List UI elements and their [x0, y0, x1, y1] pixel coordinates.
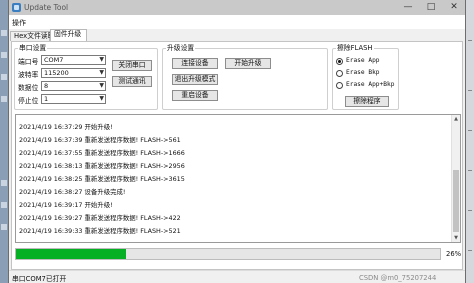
background-window-edge-right — [466, 0, 474, 283]
menu-bar: 操作 — [9, 15, 465, 29]
upgrade-settings-group: 升级设置 连接设备 开始升级 退出升级模式 重启设备 — [162, 44, 328, 110]
status-text: 串口COM7已打开 — [12, 275, 67, 283]
chevron-down-icon: ▼ — [99, 56, 104, 63]
erase-flash-title: 擦除FLASH — [336, 44, 374, 53]
chevron-down-icon: ▼ — [99, 82, 104, 89]
port-value: COM7 — [44, 56, 64, 64]
app-icon — [12, 3, 21, 12]
erase-program-button[interactable]: 擦除程序 — [345, 96, 389, 107]
log-line: 2021/4/19 16:37:39 重新发送程序数据! FLASH->561 — [19, 136, 181, 144]
firmware-upgrade-panel: 串口设置 端口号 COM7 ▼ 波特率 115200 ▼ 数据位 8 ▼ 停止位… — [11, 41, 463, 270]
scrollbar-thumb[interactable] — [453, 170, 459, 232]
serial-settings-group: 串口设置 端口号 COM7 ▼ 波特率 115200 ▼ 数据位 8 ▼ 停止位… — [14, 44, 158, 110]
progress-fill — [16, 249, 127, 259]
background-window-edge-left — [0, 0, 8, 283]
erase-app-bkp-label: Erase App+Bkp — [346, 81, 395, 88]
log-scrollbar[interactable]: ▲ ▼ — [451, 115, 460, 242]
serial-settings-title: 串口设置 — [18, 44, 48, 53]
port-select[interactable]: COM7 ▼ — [41, 55, 106, 65]
tab-strip: Hex文件读取 固件升级 — [9, 29, 465, 41]
progress-percent: 26% — [446, 250, 462, 258]
log-output[interactable]: 2021/4/19 16:37:29 开始升级! 2021/4/19 16:37… — [15, 114, 461, 243]
title-bar: Update Tool — □ ✕ — [9, 0, 465, 15]
erase-bkp-radio[interactable] — [336, 70, 343, 77]
menu-item-operate[interactable]: 操作 — [12, 18, 26, 28]
log-line: 2021/4/19 16:38:13 重新发送程序数据! FLASH->2956 — [19, 162, 185, 170]
log-line: 2021/4/19 16:37:55 重新发送程序数据! FLASH->1666 — [19, 149, 185, 157]
window-title: Update Tool — [24, 3, 69, 12]
databits-select[interactable]: 8 ▼ — [41, 81, 106, 91]
start-upgrade-button[interactable]: 开始升级 — [225, 58, 271, 69]
watermark-text: CSDN @m0_75207244 — [359, 274, 437, 282]
log-line: 2021/4/19 16:38:27 设备升级完成! — [19, 188, 126, 196]
port-label: 端口号 — [18, 58, 39, 66]
test-comm-button[interactable]: 测试通讯 — [112, 76, 152, 87]
scroll-up-icon[interactable]: ▲ — [452, 115, 460, 123]
stopbits-value: 1 — [44, 95, 49, 103]
reset-device-button[interactable]: 重启设备 — [172, 90, 218, 101]
tab-firmware-upgrade[interactable]: 固件升级 — [50, 29, 87, 41]
chevron-down-icon: ▼ — [99, 69, 104, 76]
stopbits-label: 停止位 — [18, 97, 39, 105]
close-button[interactable]: ✕ — [443, 0, 465, 15]
tab-hex-file-read[interactable]: Hex文件读取 — [10, 31, 54, 41]
maximize-button[interactable]: □ — [420, 0, 442, 15]
upgrade-settings-title: 升级设置 — [166, 44, 196, 53]
erase-flash-group: 擦除FLASH Erase App Erase Bkp Erase App+Bk… — [332, 44, 399, 110]
status-bar: 串口COM7已打开 CSDN @m0_75207244 — [9, 270, 465, 283]
log-line: 2021/4/19 16:39:33 重新发送程序数据! FLASH->521 — [19, 227, 181, 235]
minimize-button[interactable]: — — [397, 0, 419, 15]
log-line: 2021/4/19 16:37:29 开始升级! — [19, 123, 113, 131]
log-line: 2021/4/19 16:39:17 开始升级! — [19, 201, 113, 209]
erase-app-radio[interactable] — [336, 58, 343, 65]
scroll-down-icon[interactable]: ▼ — [452, 234, 460, 242]
upgrade-progress-bar — [15, 248, 441, 260]
exit-upgrade-mode-button[interactable]: 退出升级模式 — [172, 74, 218, 85]
erase-bkp-label: Erase Bkp — [346, 69, 380, 76]
erase-app-bkp-radio[interactable] — [336, 82, 343, 89]
databits-label: 数据位 — [18, 84, 39, 92]
baud-value: 115200 — [44, 69, 69, 77]
baud-label: 波特率 — [18, 71, 39, 79]
close-port-button[interactable]: 关闭串口 — [112, 60, 152, 71]
chevron-down-icon: ▼ — [99, 95, 104, 102]
stopbits-select[interactable]: 1 ▼ — [41, 94, 106, 104]
log-line: 2021/4/19 16:39:27 重新发送程序数据! FLASH->422 — [19, 214, 181, 222]
baud-select[interactable]: 115200 ▼ — [41, 68, 106, 78]
log-line: 2021/4/19 16:38:25 重新发送程序数据! FLASH->3615 — [19, 175, 185, 183]
erase-app-label: Erase App — [346, 57, 380, 64]
app-window: Update Tool — □ ✕ 操作 Hex文件读取 固件升级 串口设置 端… — [8, 0, 466, 283]
connect-device-button[interactable]: 连接设备 — [172, 58, 218, 69]
databits-value: 8 — [44, 82, 49, 90]
